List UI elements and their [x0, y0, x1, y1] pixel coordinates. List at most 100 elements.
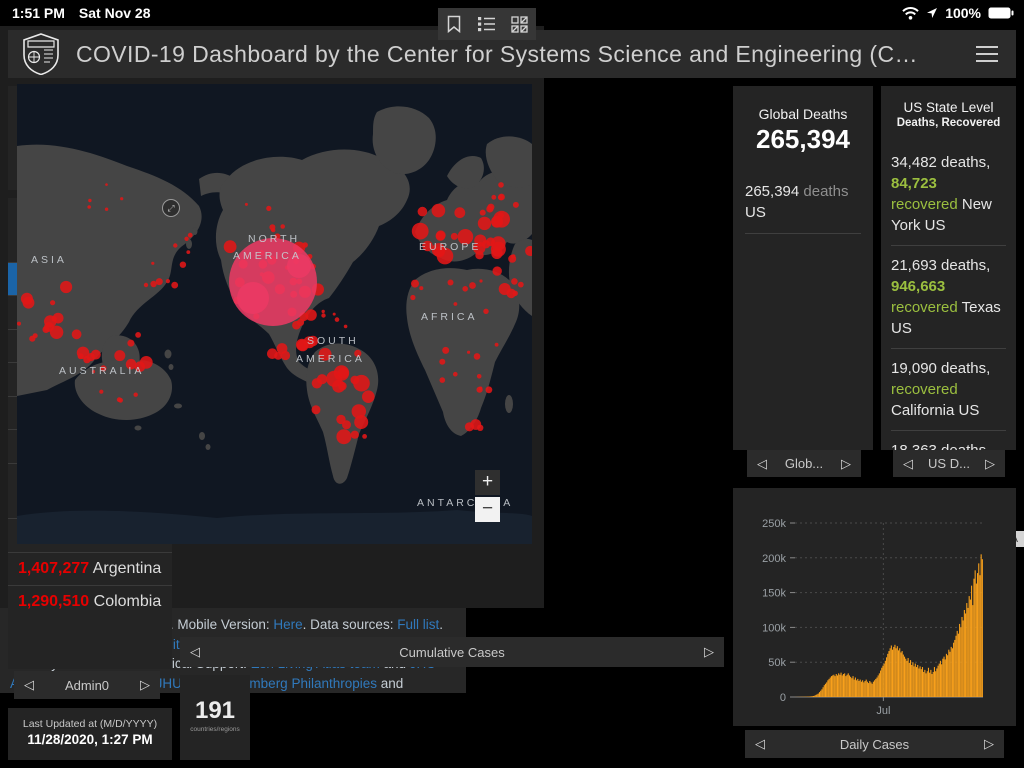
- case-dot[interactable]: [332, 312, 336, 316]
- case-dot[interactable]: [476, 386, 483, 393]
- deaths-entry[interactable]: 265,394 deaths US: [745, 181, 861, 234]
- case-dot[interactable]: [186, 250, 191, 255]
- case-dot[interactable]: [354, 349, 362, 357]
- case-dot[interactable]: [464, 422, 475, 432]
- zoom-out-button[interactable]: −: [475, 497, 500, 522]
- zoom-in-button[interactable]: +: [475, 470, 500, 495]
- case-hotspot[interactable]: [287, 254, 311, 278]
- case-dot[interactable]: [114, 350, 126, 362]
- case-dot[interactable]: [280, 224, 286, 229]
- case-dot[interactable]: [266, 205, 272, 211]
- case-dot[interactable]: [431, 203, 446, 218]
- case-dot[interactable]: [453, 371, 458, 377]
- case-dot[interactable]: [223, 240, 237, 254]
- world-map[interactable]: ASIA NORTH AMERICA EUROPE AFRICA SOUTH AMERICA…: [17, 84, 536, 544]
- case-dot[interactable]: [143, 282, 149, 288]
- case-dot[interactable]: [50, 300, 56, 306]
- case-dot[interactable]: [350, 430, 359, 439]
- case-dot[interactable]: [127, 339, 135, 347]
- case-dot[interactable]: [486, 205, 494, 213]
- case-dot[interactable]: [491, 215, 504, 228]
- case-dot[interactable]: [473, 353, 481, 360]
- case-dot[interactable]: [135, 332, 141, 338]
- case-dot[interactable]: [336, 429, 352, 445]
- case-dot[interactable]: [100, 365, 107, 372]
- case-dot[interactable]: [120, 197, 124, 201]
- case-dot[interactable]: [354, 415, 369, 430]
- case-dot[interactable]: [321, 309, 325, 314]
- case-dot[interactable]: [422, 240, 433, 252]
- case-dot[interactable]: [321, 313, 326, 318]
- case-dot[interactable]: [511, 254, 516, 259]
- state-list-item[interactable]: 19,090 deaths, recovered California US: [891, 349, 1006, 431]
- case-dot[interactable]: [179, 261, 187, 268]
- case-dot[interactable]: [417, 206, 428, 217]
- case-dot[interactable]: [439, 358, 446, 365]
- next-arrow-icon[interactable]: ▷: [985, 456, 995, 472]
- case-dot[interactable]: [512, 201, 519, 208]
- case-dot[interactable]: [410, 294, 416, 301]
- case-dot[interactable]: [498, 283, 511, 295]
- next-arrow-icon[interactable]: ▷: [984, 736, 994, 752]
- case-dot[interactable]: [462, 286, 469, 292]
- case-dot[interactable]: [411, 222, 429, 240]
- case-dot[interactable]: [419, 286, 424, 291]
- case-dot[interactable]: [447, 279, 454, 286]
- case-dot[interactable]: [276, 343, 288, 354]
- case-dot[interactable]: [494, 342, 499, 347]
- case-dot[interactable]: [469, 282, 476, 289]
- case-dot[interactable]: [244, 202, 248, 206]
- case-dot[interactable]: [104, 207, 109, 211]
- next-arrow-icon[interactable]: ▷: [704, 644, 714, 660]
- case-dot[interactable]: [187, 232, 193, 238]
- country-list-item[interactable]: 1,407,277 Argentina: [8, 551, 172, 586]
- case-dot[interactable]: [353, 374, 370, 392]
- case-dot[interactable]: [91, 370, 96, 374]
- case-dot[interactable]: [483, 308, 489, 314]
- case-dot[interactable]: [71, 329, 82, 340]
- case-dot[interactable]: [457, 229, 474, 245]
- prev-arrow-icon[interactable]: ◁: [755, 736, 765, 752]
- case-dot[interactable]: [134, 361, 146, 373]
- case-dot[interactable]: [296, 339, 309, 352]
- case-dot[interactable]: [311, 405, 321, 415]
- case-dot[interactable]: [485, 386, 493, 394]
- case-dot[interactable]: [88, 198, 92, 203]
- prev-arrow-icon[interactable]: ◁: [903, 456, 913, 472]
- case-dot[interactable]: [105, 183, 108, 186]
- basemap-gallery-icon[interactable]: [506, 10, 534, 38]
- case-dot[interactable]: [431, 243, 446, 257]
- case-dot[interactable]: [517, 281, 524, 288]
- case-dot[interactable]: [271, 228, 276, 233]
- legend-icon[interactable]: [473, 10, 501, 38]
- next-arrow-icon[interactable]: ▷: [140, 677, 150, 693]
- case-dot[interactable]: [454, 207, 466, 219]
- case-dot[interactable]: [332, 379, 346, 393]
- menu-icon[interactable]: [976, 41, 998, 67]
- case-dot[interactable]: [118, 397, 123, 403]
- case-dot[interactable]: [99, 389, 104, 394]
- case-dot[interactable]: [151, 261, 155, 265]
- case-dot[interactable]: [512, 290, 518, 296]
- case-dot[interactable]: [184, 236, 189, 241]
- case-dot[interactable]: [302, 242, 308, 248]
- case-dot[interactable]: [333, 365, 350, 381]
- case-dot[interactable]: [17, 321, 21, 326]
- case-dot[interactable]: [439, 377, 446, 383]
- case-dot[interactable]: [479, 279, 483, 283]
- prev-arrow-icon[interactable]: ◁: [190, 644, 200, 660]
- case-dot[interactable]: [133, 392, 138, 397]
- state-list-item[interactable]: 21,693 deaths, 946,663 recovered Texas U…: [891, 246, 1006, 349]
- country-list-item[interactable]: 1,290,510 Colombia: [8, 585, 172, 619]
- case-dot[interactable]: [435, 230, 446, 241]
- case-dot[interactable]: [497, 194, 504, 201]
- case-dot[interactable]: [334, 317, 340, 322]
- case-dot[interactable]: [171, 281, 179, 289]
- case-dot[interactable]: [498, 182, 504, 188]
- case-dot[interactable]: [60, 280, 73, 294]
- prev-arrow-icon[interactable]: ◁: [757, 456, 767, 472]
- case-dot[interactable]: [342, 420, 351, 430]
- case-dot[interactable]: [317, 374, 328, 385]
- bookmarks-icon[interactable]: [440, 10, 468, 38]
- case-dot[interactable]: [87, 205, 91, 209]
